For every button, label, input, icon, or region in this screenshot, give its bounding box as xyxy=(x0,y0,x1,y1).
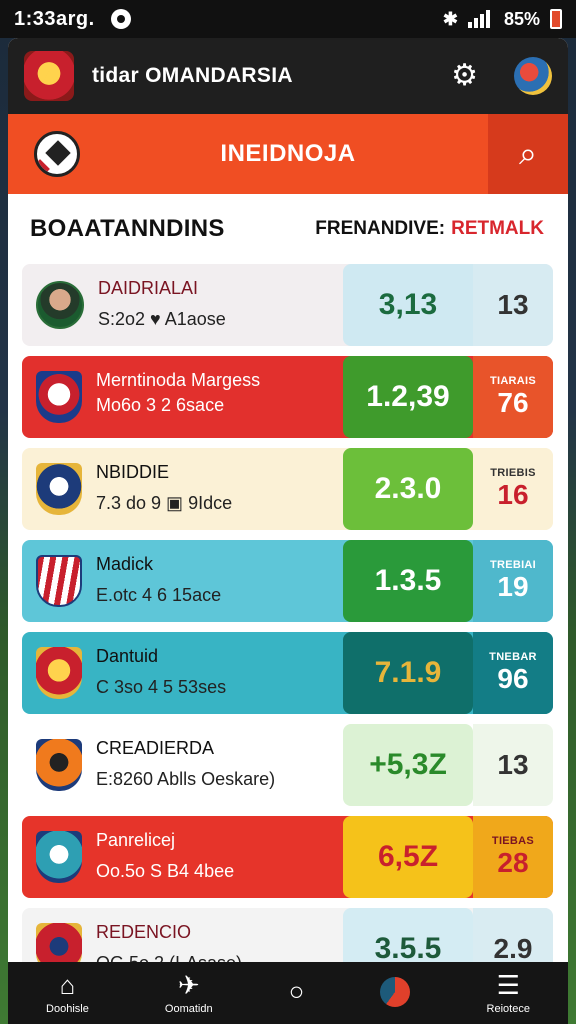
wifi-icon xyxy=(467,10,494,28)
points-tag: TNEBAR xyxy=(489,651,537,663)
team-score: 2.3.0 xyxy=(343,448,473,530)
team-stats: E:8260 Ablls Oeskare) xyxy=(96,769,276,789)
points-value: 19 xyxy=(497,571,529,602)
chart-icon xyxy=(380,977,411,1007)
team-stats: E.otc 4 6 15ace xyxy=(96,585,222,605)
league-banner: INEIDNOJA ⌕ xyxy=(8,114,568,194)
team-score: 7.1.9 xyxy=(343,632,473,714)
points-cell: TNEBAR 96 xyxy=(473,632,553,714)
player-avatar xyxy=(36,281,84,329)
team-score: 3,13 xyxy=(343,264,473,346)
team-score: 6,5Z xyxy=(343,816,473,898)
battery-icon xyxy=(550,9,562,29)
standings-row[interactable]: NBIDDIE 7.3 do 9 ▣ 9Idce 2.3.0 TRIEBIS 1… xyxy=(22,448,553,530)
club-crest-icon: ▲ xyxy=(24,51,74,101)
team-stats: C 3so 4 5 53ses xyxy=(96,677,227,697)
status-right: ✱ 85% xyxy=(443,9,562,30)
app-title: tidar OMANDARSIA xyxy=(92,64,293,87)
filter-label-text: FRENANDIVE: xyxy=(315,218,446,239)
points-value: 16 xyxy=(497,479,529,510)
points-value: 96 xyxy=(497,663,529,694)
nav-home[interactable]: ⌂ Doohisle xyxy=(46,971,89,1015)
points-value: 13 xyxy=(497,289,529,320)
league-title: INEIDNOJA xyxy=(220,140,356,167)
nav-search[interactable]: ○ xyxy=(289,977,305,1009)
nav-stats[interactable] xyxy=(380,977,411,1009)
search-icon: ○ xyxy=(288,976,305,1006)
team-crest-icon xyxy=(36,831,82,883)
points-cell: 13 xyxy=(473,724,553,806)
app-bar: ▲ tidar OMANDARSIA ⚙ xyxy=(8,38,568,114)
team-score: 1.3.5 xyxy=(343,540,473,622)
team-stats: Mo6o 3 2 6sace xyxy=(96,395,225,415)
standings-header: BOAATANNDINS FRENANDIVE: RETMALK xyxy=(8,194,568,264)
team-name: DAIDRIALAI xyxy=(98,278,199,298)
team-stats: Oo.5o S B4 4bee xyxy=(96,861,235,881)
standings-row[interactable]: Dantuid C 3so 4 5 53ses 7.1.9 TNEBAR 96 xyxy=(22,632,553,714)
team-name: NBIDDIE xyxy=(96,462,170,482)
points-tag: TRIEBIS xyxy=(490,467,536,479)
profile-avatar-icon[interactable] xyxy=(514,57,552,95)
nav-label: Oomatidn xyxy=(164,1003,213,1015)
points-tag: TIEBAS xyxy=(491,835,535,847)
team-name: REDENCIO xyxy=(96,922,192,942)
filter-accent[interactable]: RETMALK xyxy=(451,218,544,239)
nav-label: Doohisle xyxy=(46,1003,89,1015)
filter-label[interactable]: FRENANDIVE: RETMALK xyxy=(315,218,544,240)
points-cell: TIARAIS 76 xyxy=(473,356,553,438)
nav-results[interactable]: ☰ Reiotece xyxy=(487,971,530,1015)
nav-label: Reiotece xyxy=(486,1003,530,1015)
standings-row[interactable]: Panrelicej Oo.5o S B4 4bee 6,5Z TIEBAS 2… xyxy=(22,816,553,898)
points-cell: 13 xyxy=(473,264,553,346)
bottom-nav: ⌂ Doohisle ✈ Oomatidn ○ ☰ Reiotece xyxy=(8,962,568,1024)
standings-row[interactable]: Madick E.otc 4 6 15ace 1.3.5 TREBIAI 19 xyxy=(22,540,553,622)
notification-icon xyxy=(110,9,131,29)
points-value: 13 xyxy=(497,749,529,780)
home-icon: ⌂ xyxy=(59,970,76,1000)
team-stats: 7.3 do 9 ▣ 9Idce xyxy=(96,493,233,513)
battery-percent: 85% xyxy=(503,8,540,29)
points-value: 2.9 xyxy=(493,933,533,964)
standings-row[interactable]: DAIDRIALAI S:2o2 ♥ A1aose 3,13 13 xyxy=(22,264,553,346)
standings-title: BOAATANNDINS xyxy=(30,215,225,242)
standings-row[interactable]: Merntinoda Margess Mo6o 3 2 6sace 1.2,39… xyxy=(22,356,553,438)
plane-icon: ✈ xyxy=(177,970,200,1000)
settings-icon[interactable]: ⚙ xyxy=(451,61,478,91)
points-cell: TREBIAI 19 xyxy=(473,540,553,622)
points-value: 76 xyxy=(497,387,529,418)
points-cell: TRIEBIS 16 xyxy=(473,448,553,530)
search-icon: ⌕ xyxy=(519,135,537,171)
status-bar: 1:33arg. ✱ 85% xyxy=(0,0,576,38)
team-score: 1.2,39 xyxy=(343,356,473,438)
team-name: Dantuid xyxy=(96,646,159,666)
layers-icon: ☰ xyxy=(496,970,520,1000)
search-button[interactable]: ⌕ xyxy=(488,114,568,194)
team-crest-icon xyxy=(36,647,82,699)
team-name: Panrelicej xyxy=(96,830,176,850)
points-tag: TREBIAI xyxy=(489,559,537,571)
app-window: ▲ tidar OMANDARSIA ⚙ INEIDNOJA ⌕ BOAATAN… xyxy=(8,38,568,1024)
team-name: Merntinoda Margess xyxy=(96,370,261,390)
status-time: 1:33arg. xyxy=(14,7,95,30)
points-tag: TIARAIS xyxy=(489,375,537,387)
team-crest-icon xyxy=(36,463,82,515)
team-name: Madick xyxy=(96,554,154,574)
team-crest-icon xyxy=(36,739,82,791)
team-name: CREADIERDA xyxy=(96,738,215,758)
points-value: 28 xyxy=(497,847,529,878)
nav-matches[interactable]: ✈ Oomatidn xyxy=(165,971,213,1015)
team-crest-icon xyxy=(36,555,82,607)
team-stats: S:2o2 ♥ A1aose xyxy=(98,309,226,329)
team-crest-icon xyxy=(36,371,82,423)
team-score: +5,3Z xyxy=(343,724,473,806)
bluetooth-icon: ✱ xyxy=(442,8,458,29)
points-cell: TIEBAS 28 xyxy=(473,816,553,898)
standings-list: DAIDRIALAI S:2o2 ♥ A1aose 3,13 13 Mernti… xyxy=(8,264,568,990)
standings-row[interactable]: CREADIERDA E:8260 Ablls Oeskare) +5,3Z 1… xyxy=(22,724,553,806)
